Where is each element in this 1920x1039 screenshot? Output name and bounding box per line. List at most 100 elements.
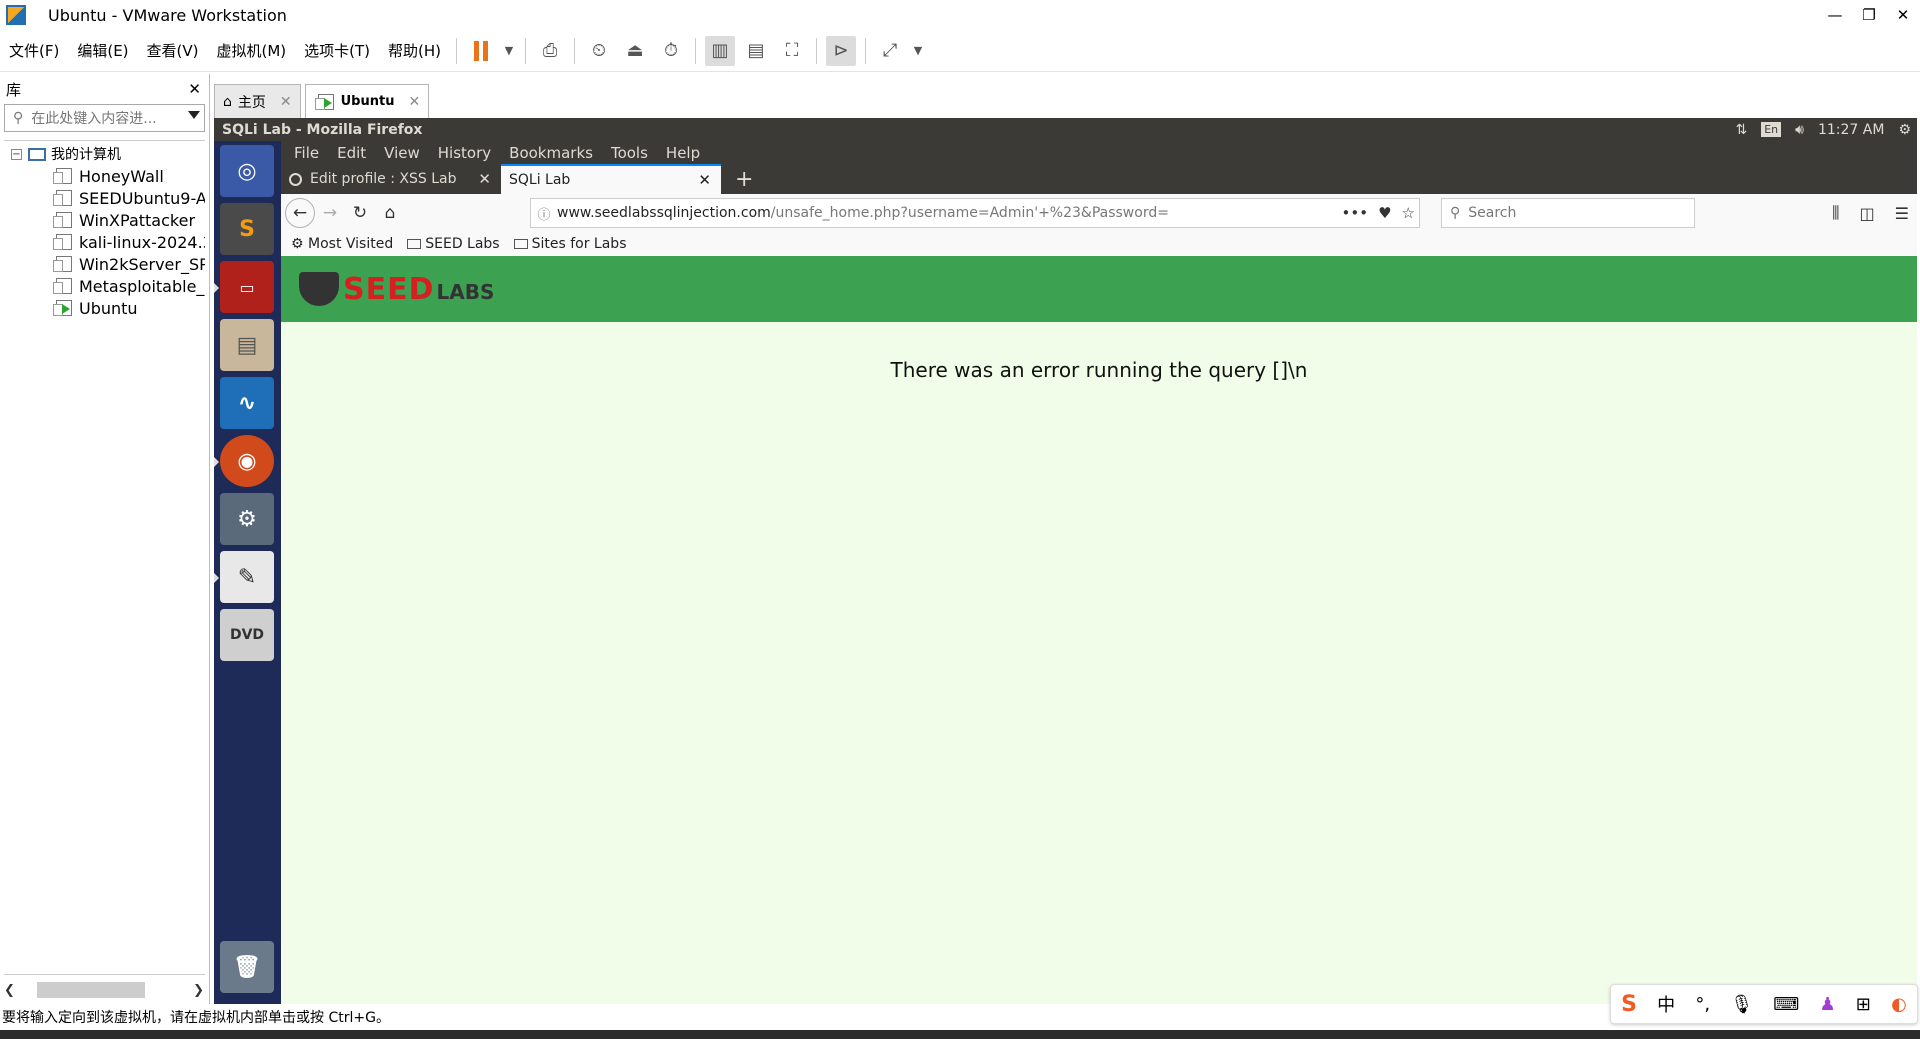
guest-display[interactable]: SQLi Lab - Mozilla Firefox ⇅ En 🔊︎ 11:27… bbox=[214, 118, 1917, 1004]
library-title: 库 bbox=[6, 80, 22, 99]
tree-item-kali[interactable]: kali-linux-2024.3- bbox=[4, 231, 205, 253]
bookmark-seed-labs[interactable]: SEED Labs bbox=[407, 236, 500, 252]
ff-tab-label: SQLi Lab bbox=[509, 172, 571, 188]
microphone-icon[interactable]: 🎙︎ bbox=[1730, 994, 1753, 1015]
bookmark-sites-for-labs[interactable]: Sites for Labs bbox=[513, 236, 627, 252]
menu-help[interactable]: 帮助(H) bbox=[379, 40, 450, 61]
tab-home[interactable]: ⌂ 主页 ✕ bbox=[214, 84, 301, 118]
menu-edit[interactable]: 编辑(E) bbox=[68, 40, 137, 61]
settings-gear-icon[interactable]: ⚙ bbox=[1898, 122, 1911, 138]
send-ctrl-alt-del-icon[interactable]: ⎙ bbox=[535, 36, 565, 66]
search-input[interactable]: ⚲ Search bbox=[1441, 198, 1695, 228]
dvd-icon[interactable]: DVD bbox=[220, 609, 274, 661]
revert-snapshot-icon[interactable]: ⏏ bbox=[620, 36, 650, 66]
tree-item-win2kserver[interactable]: Win2kServer_SP0 bbox=[4, 253, 205, 275]
thumbnail-bar-icon[interactable]: ▤ bbox=[741, 36, 771, 66]
ff-tab-edit-profile[interactable]: Edit profile : XSS Lab Sit ✕ bbox=[281, 164, 501, 194]
menu-view[interactable]: 查看(V) bbox=[138, 40, 208, 61]
console-view-icon[interactable]: ⊳ bbox=[826, 35, 857, 66]
ff-menu-history[interactable]: History bbox=[429, 144, 500, 162]
ime-punctuation-toggle[interactable]: °, bbox=[1695, 994, 1710, 1015]
minimize-button[interactable]: — bbox=[1818, 0, 1852, 30]
system-settings-icon[interactable]: ⚙ bbox=[220, 493, 274, 545]
ff-menu-edit[interactable]: Edit bbox=[328, 144, 375, 162]
pocket-icon[interactable]: ♥ bbox=[1378, 204, 1391, 222]
ff-menu-file[interactable]: File bbox=[285, 144, 328, 162]
keyboard-icon[interactable]: ⌨ bbox=[1773, 994, 1799, 1015]
chevron-down-icon[interactable] bbox=[188, 111, 200, 119]
menu-file[interactable]: 文件(F) bbox=[0, 40, 68, 61]
firefox-icon[interactable]: ◉ bbox=[214, 435, 274, 487]
snapshot-manager-icon[interactable]: ⏱ bbox=[656, 36, 686, 66]
restore-button[interactable]: ❐ bbox=[1852, 0, 1886, 30]
scroll-left-icon[interactable]: ❮ bbox=[4, 983, 15, 998]
trash-icon[interactable]: 🗑︎ bbox=[220, 941, 274, 993]
bookmark-most-visited[interactable]: ⚙ Most Visited bbox=[291, 236, 393, 252]
toolbar-separator bbox=[865, 37, 867, 64]
tree-item-ubuntu[interactable]: Ubuntu bbox=[4, 297, 205, 319]
snapshot-icon[interactable]: ⏲ bbox=[584, 36, 614, 66]
ff-menu-tools[interactable]: Tools bbox=[602, 144, 657, 162]
library-close-icon[interactable]: ✕ bbox=[188, 80, 201, 98]
network-icon[interactable]: ⇅ bbox=[1736, 122, 1748, 138]
scroll-right-icon[interactable]: ❯ bbox=[193, 983, 204, 998]
vmware-logo-icon bbox=[6, 5, 26, 25]
library-search-input[interactable]: ⚲ 在此处键入内容进... bbox=[4, 104, 205, 132]
ff-menu-view[interactable]: View bbox=[375, 144, 429, 162]
terminal-icon[interactable]: ▭ bbox=[214, 261, 274, 313]
tree-root-my-computer[interactable]: − 我的计算机 bbox=[4, 143, 205, 165]
close-icon[interactable]: ✕ bbox=[408, 94, 420, 110]
text-editor-icon[interactable]: ✎ bbox=[214, 551, 274, 603]
keyboard-lang-indicator[interactable]: En bbox=[1761, 122, 1782, 137]
menu-vm[interactable]: 虚拟机(M) bbox=[208, 40, 296, 61]
sogou-logo-icon[interactable]: S bbox=[1621, 992, 1637, 1017]
scrollbar-thumb[interactable] bbox=[36, 982, 145, 998]
url-bar[interactable]: ⓘ www.seedlabssqlinjection.com /unsafe_h… bbox=[530, 198, 1420, 228]
files-icon[interactable]: ▤ bbox=[220, 319, 274, 371]
show-library-icon[interactable]: ▥ bbox=[705, 35, 736, 66]
tree-item-metasploitable[interactable]: Metasploitable_u bbox=[4, 275, 205, 297]
volume-icon[interactable]: 🔊︎ bbox=[1795, 122, 1804, 138]
tree-item-honeywall[interactable]: HoneyWall bbox=[4, 165, 205, 187]
pause-icon[interactable] bbox=[466, 36, 496, 66]
stretch-guest-icon[interactable]: ⤢ bbox=[875, 36, 905, 66]
back-icon[interactable]: ← bbox=[285, 198, 315, 228]
seed-labs-logo[interactable]: SEED LABS bbox=[299, 272, 494, 307]
page-actions-icon[interactable]: ••• bbox=[1342, 204, 1369, 222]
stretch-dropdown-icon[interactable]: ▼ bbox=[911, 36, 925, 66]
ubuntu-dash-icon[interactable]: ◎ bbox=[220, 145, 274, 197]
info-icon[interactable]: ⓘ bbox=[531, 204, 557, 223]
home-icon[interactable]: ⌂ bbox=[375, 198, 405, 228]
reload-icon[interactable]: ↻ bbox=[345, 198, 375, 228]
sublime-text-icon[interactable]: S bbox=[220, 203, 274, 255]
wireshark-icon[interactable]: ∿ bbox=[220, 377, 274, 429]
full-screen-icon[interactable]: ⛶ bbox=[777, 36, 807, 66]
library-icon[interactable]: ⫼ bbox=[1832, 203, 1839, 223]
clock[interactable]: 11:27 AM bbox=[1818, 122, 1884, 138]
tree-item-winxpattacker[interactable]: WinXPattacker bbox=[4, 209, 205, 231]
vm-icon bbox=[53, 234, 72, 250]
folder-icon bbox=[513, 239, 528, 249]
collapse-icon[interactable]: − bbox=[11, 148, 22, 160]
ime-mode-toggle[interactable]: 中 bbox=[1657, 991, 1675, 1017]
power-dropdown-icon[interactable]: ▼ bbox=[502, 36, 516, 66]
ff-menu-help[interactable]: Help bbox=[657, 144, 709, 162]
skin-icon[interactable]: ♟ bbox=[1819, 994, 1835, 1015]
tree-item-seedubuntu9[interactable]: SEEDUbuntu9-Au bbox=[4, 187, 205, 209]
sidebar-icon[interactable]: ◫ bbox=[1860, 204, 1875, 223]
menu-tabs[interactable]: 选项卡(T) bbox=[295, 40, 379, 61]
close-icon[interactable]: ✕ bbox=[698, 171, 711, 189]
grid-menu-icon[interactable]: ⊞ bbox=[1856, 994, 1871, 1015]
toolbox-icon[interactable]: ◐ bbox=[1891, 994, 1907, 1015]
close-icon[interactable]: ✕ bbox=[280, 94, 292, 110]
library-horizontal-scrollbar[interactable]: ❮ ❯ bbox=[4, 980, 204, 1000]
close-icon[interactable]: ✕ bbox=[478, 170, 491, 188]
forward-icon[interactable]: → bbox=[315, 198, 345, 228]
new-tab-button[interactable]: + bbox=[721, 164, 767, 194]
bookmark-star-icon[interactable]: ☆ bbox=[1402, 204, 1415, 222]
hamburger-menu-icon[interactable]: ☰ bbox=[1895, 204, 1909, 223]
tab-ubuntu[interactable]: Ubuntu ✕ bbox=[304, 84, 430, 118]
ff-menu-bookmarks[interactable]: Bookmarks bbox=[500, 144, 602, 162]
close-button[interactable]: ✕ bbox=[1886, 0, 1920, 30]
ff-tab-sqli-lab[interactable]: SQLi Lab ✕ bbox=[501, 164, 721, 194]
